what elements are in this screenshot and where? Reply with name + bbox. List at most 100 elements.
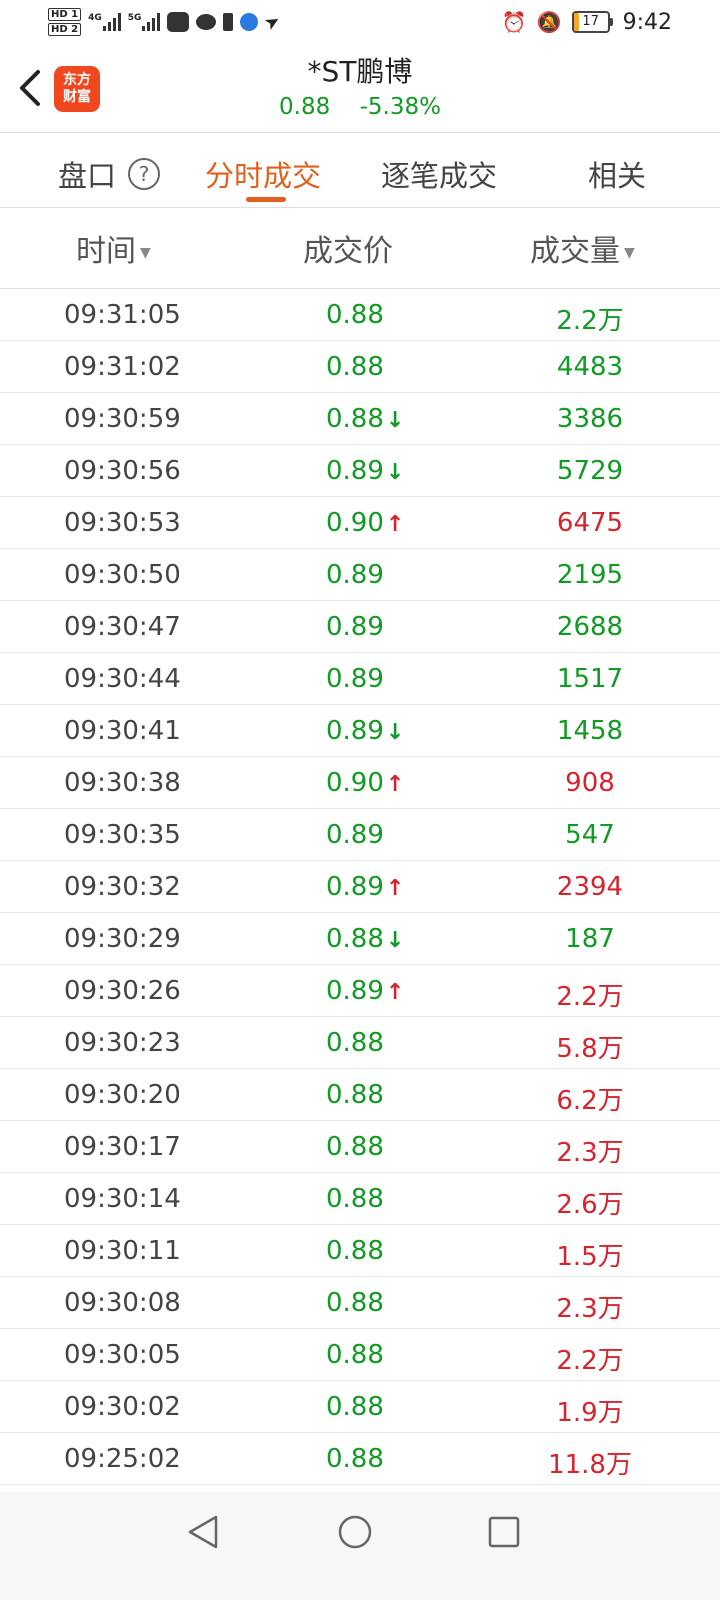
table-row[interactable]: 09:30:53 0.90↑ 6475 bbox=[0, 497, 720, 549]
trade-list[interactable]: 09:31:05 0.88 2.2万 09:31:02 0.88 4483 09:30:59… bbox=[0, 289, 720, 1485]
table-row[interactable]: 09:30:29 0.88↓ 187 bbox=[0, 913, 720, 965]
arrow-down-icon: ↓ bbox=[385, 928, 405, 953]
trade-price-cell: 0.89 bbox=[326, 664, 384, 694]
hd1-label: HD 1 bbox=[48, 8, 82, 21]
trade-time: 09:30:05 bbox=[64, 1340, 181, 1370]
trade-price: 0.88 bbox=[326, 352, 384, 382]
trade-price: 0.88 bbox=[326, 300, 384, 330]
tab-fenshi[interactable]: 分时成交 bbox=[205, 153, 321, 195]
table-row[interactable]: 09:30:02 0.88 1.9万 bbox=[0, 1381, 720, 1433]
table-row[interactable]: 09:30:14 0.88 2.6万 bbox=[0, 1173, 720, 1225]
column-header-volume[interactable]: 成交量 ▼ bbox=[530, 226, 635, 270]
current-price: 0.88 bbox=[279, 94, 331, 120]
trade-price-cell: 0.88 bbox=[326, 1080, 384, 1110]
trade-volume: 5729 bbox=[556, 456, 624, 486]
tab-zhubi[interactable]: 逐笔成交 bbox=[381, 153, 497, 195]
clock-time: 9:42 bbox=[622, 9, 672, 35]
table-row[interactable]: 09:30:05 0.88 2.2万 bbox=[0, 1329, 720, 1381]
table-row[interactable]: 09:30:56 0.89↓ 5729 bbox=[0, 445, 720, 497]
trade-price: 0.89 bbox=[326, 612, 384, 642]
arrow-up-icon: ↑ bbox=[385, 772, 405, 797]
trade-time: 09:25:02 bbox=[64, 1444, 181, 1474]
trade-volume: 2.3万 bbox=[556, 1138, 624, 1168]
trade-time: 09:30:56 bbox=[64, 456, 181, 486]
status-bar: HD 1 HD 2 4G 5G ➤ ⏰ 🔕 17 9:42 bbox=[0, 0, 720, 44]
trade-volume: 2.2万 bbox=[556, 306, 624, 336]
trade-price: 0.88 bbox=[326, 1236, 384, 1266]
table-row[interactable]: 09:31:02 0.88 4483 bbox=[0, 341, 720, 393]
table-row[interactable]: 09:30:11 0.88 1.5万 bbox=[0, 1225, 720, 1277]
trade-time: 09:30:11 bbox=[64, 1236, 181, 1266]
table-row[interactable]: 09:30:41 0.89↓ 1458 bbox=[0, 705, 720, 757]
trade-price: 0.88 bbox=[326, 924, 384, 954]
trade-price: 0.88 bbox=[326, 404, 384, 434]
stock-quote: 0.88 -5.38% bbox=[0, 94, 720, 120]
trade-price: 0.89 bbox=[326, 456, 384, 486]
signal-1-icon: 4G bbox=[88, 13, 121, 31]
arrow-down-icon: ↓ bbox=[385, 720, 405, 745]
trade-volume: 187 bbox=[565, 924, 615, 954]
trade-volume: 1458 bbox=[556, 716, 624, 746]
help-icon[interactable]: ? bbox=[128, 158, 161, 190]
table-row[interactable]: 09:30:32 0.89↑ 2394 bbox=[0, 861, 720, 913]
trade-price-cell: 0.88 bbox=[326, 1392, 384, 1422]
tab-pankou[interactable]: 盘口 ? bbox=[58, 153, 161, 195]
trade-price: 0.90 bbox=[326, 768, 384, 798]
trade-time: 09:30:38 bbox=[64, 768, 181, 798]
table-row[interactable]: 09:31:05 0.88 2.2万 bbox=[0, 289, 720, 341]
table-row[interactable]: 09:30:50 0.89 2195 bbox=[0, 549, 720, 601]
table-row[interactable]: 09:30:17 0.88 2.3万 bbox=[0, 1121, 720, 1173]
trade-price-cell: 0.89↓ bbox=[326, 716, 404, 746]
trade-price-cell: 0.88 bbox=[326, 352, 384, 382]
trade-price-cell: 0.88 bbox=[326, 1184, 384, 1214]
trade-price: 0.88 bbox=[326, 1184, 384, 1214]
trade-price-cell: 0.88 bbox=[326, 1132, 384, 1162]
trade-price: 0.88 bbox=[326, 1028, 384, 1058]
table-row[interactable]: 09:30:23 0.88 5.8万 bbox=[0, 1017, 720, 1069]
trade-time: 09:31:05 bbox=[64, 300, 181, 330]
table-row[interactable]: 09:30:35 0.89 547 bbox=[0, 809, 720, 861]
trade-price: 0.88 bbox=[326, 1132, 384, 1162]
nav-back-button[interactable] bbox=[184, 1512, 224, 1552]
tab-xiangguan[interactable]: 相关 bbox=[588, 153, 646, 195]
nav-home-button[interactable] bbox=[335, 1512, 375, 1552]
trade-volume: 11.8万 bbox=[548, 1450, 632, 1480]
nav-recent-button[interactable] bbox=[484, 1512, 524, 1552]
trade-price-cell: 0.89↑ bbox=[326, 976, 404, 1006]
table-row[interactable]: 09:30:47 0.89 2688 bbox=[0, 601, 720, 653]
signal-2-label: 5G bbox=[127, 13, 142, 23]
table-row[interactable]: 09:25:02 0.88 11.8万 bbox=[0, 1433, 720, 1485]
column-header-time[interactable]: 时间 ▼ bbox=[76, 226, 151, 270]
trade-volume: 908 bbox=[565, 768, 615, 798]
trade-volume: 6475 bbox=[556, 508, 624, 538]
trade-price: 0.89 bbox=[326, 664, 384, 694]
trade-time: 09:30:35 bbox=[64, 820, 181, 850]
column-header-row: 时间 ▼ 成交价 成交量 ▼ bbox=[0, 208, 720, 289]
table-row[interactable]: 09:30:20 0.88 6.2万 bbox=[0, 1069, 720, 1121]
trade-volume: 1.9万 bbox=[556, 1398, 624, 1428]
trade-time: 09:30:44 bbox=[64, 664, 181, 694]
trade-time: 09:30:17 bbox=[64, 1132, 181, 1162]
table-row[interactable]: 09:30:26 0.89↑ 2.2万 bbox=[0, 965, 720, 1017]
trade-price-cell: 0.88 bbox=[326, 1340, 384, 1370]
trade-price-cell: 0.89 bbox=[326, 820, 384, 850]
table-row[interactable]: 09:30:59 0.88↓ 3386 bbox=[0, 393, 720, 445]
table-row[interactable]: 09:30:38 0.90↑ 908 bbox=[0, 757, 720, 809]
table-row[interactable]: 09:30:08 0.88 2.3万 bbox=[0, 1277, 720, 1329]
table-row[interactable]: 09:30:44 0.89 1517 bbox=[0, 653, 720, 705]
trade-price-cell: 0.89↓ bbox=[326, 456, 404, 486]
active-tab-indicator bbox=[246, 197, 286, 202]
trade-time: 09:30:14 bbox=[64, 1184, 181, 1214]
column-price-label: 成交价 bbox=[303, 234, 393, 269]
send-icon: ➤ bbox=[261, 9, 285, 35]
sort-caret-icon: ▼ bbox=[624, 244, 635, 261]
system-nav-bar bbox=[0, 1492, 720, 1600]
tab-pankou-label: 盘口 bbox=[58, 159, 117, 193]
trade-volume: 1517 bbox=[556, 664, 624, 694]
trade-price: 0.88 bbox=[326, 1392, 384, 1422]
trade-price-cell: 0.88 bbox=[326, 1028, 384, 1058]
trade-price-cell: 0.88 bbox=[326, 300, 384, 330]
alarm-icon: ⏰ bbox=[501, 10, 527, 34]
trade-volume: 1.5万 bbox=[556, 1242, 624, 1272]
trade-price: 0.89 bbox=[326, 560, 384, 590]
